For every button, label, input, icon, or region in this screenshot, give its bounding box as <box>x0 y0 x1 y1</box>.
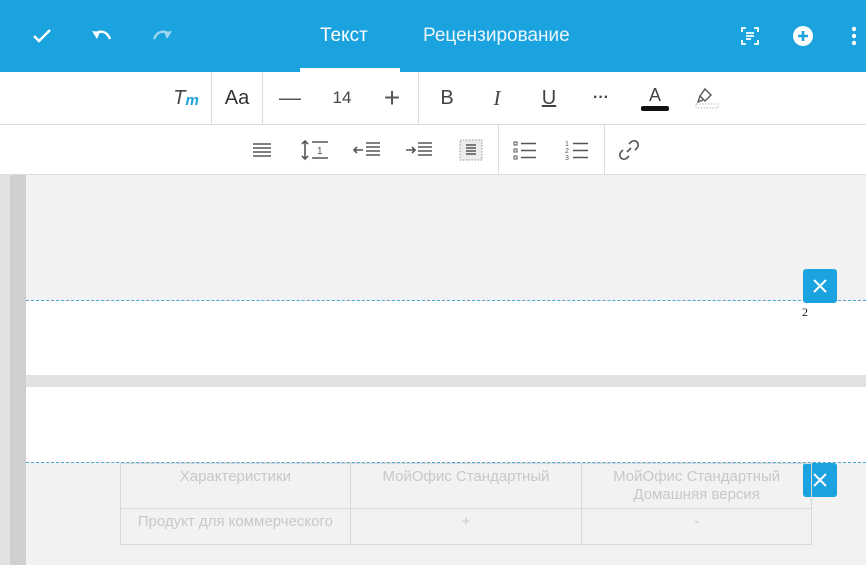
tab-text-label: Текст <box>320 25 368 46</box>
align-justify-icon[interactable] <box>248 125 276 174</box>
italic-button[interactable]: I <box>482 72 512 124</box>
close-icon <box>813 473 827 487</box>
table-row: Продукт для коммерческого + - <box>120 508 812 545</box>
format-toolbar: Tт Aa — 14 + B I U ··· A <box>0 72 866 125</box>
divider <box>211 72 212 125</box>
bold-button[interactable]: B <box>432 72 462 124</box>
font-size-decrease-button[interactable]: — <box>272 72 308 124</box>
close-footer-button[interactable] <box>803 269 837 303</box>
numbered-list-icon[interactable]: 1 2 3 <box>562 125 592 174</box>
font-button[interactable]: Aa <box>218 72 256 124</box>
tab-review-label: Рецензирование <box>423 25 570 46</box>
styles-button[interactable]: Tт <box>166 72 206 124</box>
undo-icon[interactable] <box>88 22 116 50</box>
table-cell: Характеристики <box>120 463 351 509</box>
svg-text:2: 2 <box>565 148 569 155</box>
left-margin-bar <box>10 175 26 565</box>
font-size-value[interactable]: 14 <box>322 72 362 124</box>
tab-review[interactable]: Рецензирование <box>423 0 570 72</box>
font-size-increase-button[interactable]: + <box>374 72 410 124</box>
table-cell: + <box>349 508 583 545</box>
close-icon <box>813 279 827 293</box>
table-row: Характеристики МойОфис Стандартный МойОф… <box>120 463 812 509</box>
underline-button[interactable]: U <box>534 72 564 124</box>
page-number: 2 <box>802 305 808 319</box>
svg-text:3: 3 <box>565 155 569 161</box>
svg-text:1: 1 <box>317 146 323 157</box>
table-cell: МойОфис Стандартный <box>349 463 583 509</box>
divider <box>418 72 419 125</box>
page-1-footer[interactable] <box>26 301 866 375</box>
document-canvas[interactable]: 2 Характеристики МойОфис Стандартный Мой… <box>0 175 866 565</box>
link-icon[interactable] <box>614 125 644 174</box>
font-color-label: A <box>648 84 661 105</box>
font-color-button[interactable]: A <box>638 72 672 124</box>
paragraph-toolbar: 1 1 2 3 <box>0 125 866 175</box>
footer-boundary-line <box>26 300 866 301</box>
highlight-icon[interactable] <box>690 72 724 124</box>
table-cell: - <box>581 508 812 545</box>
more-format-button[interactable]: ··· <box>586 72 616 124</box>
line-spacing-icon[interactable]: 1 <box>298 125 332 174</box>
table-cell: Продукт для коммерческого <box>120 508 351 545</box>
redo-icon[interactable] <box>148 22 176 50</box>
paragraph-border-icon[interactable] <box>456 125 486 174</box>
indent-icon[interactable] <box>402 125 436 174</box>
add-circle-icon[interactable] <box>789 22 817 50</box>
table-cell: МойОфис Стандартный Домашняя версия <box>581 463 812 509</box>
tab-text[interactable]: Текст <box>320 0 368 72</box>
svg-text:1: 1 <box>565 141 569 148</box>
bullet-list-icon[interactable] <box>510 125 540 174</box>
divider <box>262 72 263 125</box>
text-select-icon[interactable] <box>736 22 764 50</box>
divider <box>604 125 605 175</box>
font-color-swatch <box>641 105 669 111</box>
more-vert-icon[interactable] <box>840 22 866 50</box>
divider <box>498 125 499 175</box>
comparison-table: Характеристики МойОфис Стандартный МойОф… <box>120 463 812 545</box>
outdent-icon[interactable] <box>350 125 384 174</box>
check-icon[interactable] <box>28 22 56 50</box>
app-bar: Текст Рецензирование <box>0 0 866 72</box>
